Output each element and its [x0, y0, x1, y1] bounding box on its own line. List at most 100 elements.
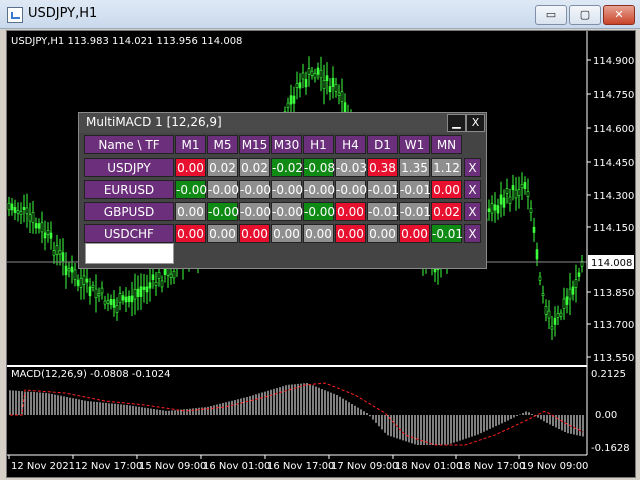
macd-value-cell[interactable]: -0.00 [335, 180, 367, 199]
macd-value-cell[interactable]: 0.00 [175, 202, 206, 221]
candle-body [154, 281, 158, 286]
candle-body [46, 230, 50, 235]
window-titlebar: USDJPY,H1 ▭ ▢ ✕ [0, 0, 640, 29]
minimize-button[interactable]: ▭ [535, 5, 567, 25]
macd-value-cell[interactable]: 0.02 [207, 158, 238, 177]
restore-button[interactable]: ▢ [569, 5, 601, 25]
macd-value-cell[interactable]: 0.38 [367, 158, 398, 177]
remove-symbol-button[interactable]: X [464, 224, 481, 243]
macd-value-cell[interactable]: 0.00 [303, 224, 334, 243]
macd-value-cell[interactable]: -0.01 [399, 202, 431, 221]
macd-value-cell[interactable]: -0.03 [335, 158, 367, 177]
timeframe-header-d1[interactable]: D1 [367, 135, 398, 154]
candle-body [76, 279, 80, 286]
candle-body [136, 288, 140, 297]
candle-body [343, 102, 347, 113]
candle-body [130, 295, 134, 303]
macd-value-cell[interactable]: -0.02 [271, 158, 303, 177]
candle-body [31, 212, 35, 223]
macd-value-cell[interactable]: 0.00 [367, 224, 398, 243]
candle-body [292, 95, 296, 104]
timeframe-header-m30[interactable]: M30 [271, 135, 302, 154]
macd-value-cell[interactable]: 1.35 [399, 158, 430, 177]
macd-value-cell[interactable]: 0.00 [335, 202, 366, 221]
macd-value-cell[interactable]: 0.00 [239, 224, 270, 243]
timeframe-header-m1[interactable]: M1 [175, 135, 206, 154]
price-scale: 114.900 114.750 114.600 114.450 114.300 114.1… [587, 56, 634, 364]
candle-body [118, 293, 122, 304]
macd-value-cell[interactable]: 0.02 [239, 158, 270, 177]
time-tick-label: 16 Nov 17:00 [267, 461, 334, 472]
macd-scale-zero: 0.00 [595, 410, 617, 421]
candle-body [40, 222, 44, 233]
candle-body [328, 86, 332, 93]
symbol-input[interactable] [85, 243, 174, 264]
candle-body [82, 275, 86, 285]
candle-body [493, 204, 497, 211]
candle-body [73, 269, 77, 280]
macd-value-cell[interactable]: -0.00 [303, 180, 335, 199]
candle-body [94, 288, 98, 299]
price-tick-label: 114.600 [593, 124, 634, 135]
macd-value-cell[interactable]: 0.00 [431, 180, 462, 199]
remove-symbol-button[interactable]: X [464, 158, 481, 177]
timeframe-header-w1[interactable]: W1 [399, 135, 430, 154]
candle-body [508, 196, 512, 204]
candle-body [298, 82, 302, 89]
macd-value-cell[interactable]: 0.00 [271, 224, 302, 243]
symbol-cell-gbpusd[interactable]: GBPUSD [84, 202, 174, 221]
symbol-cell-usdjpy[interactable]: USDJPY [84, 158, 174, 177]
panel-titlebar[interactable]: MultiMACD 1 [12,26,9] ▁ X [79, 113, 486, 133]
macd-subwindow[interactable]: MACD(12,26,9) -0.0808 -0.1024 0.2125 0.0… [7, 365, 635, 477]
symbol-cell-usdchf[interactable]: USDCHF [84, 224, 174, 243]
candle-body [22, 206, 26, 210]
timeframe-header-mn[interactable]: MN [431, 135, 462, 154]
macd-value-cell[interactable]: -0.01 [367, 180, 399, 199]
time-axis: 12 Nov 2021 12 Nov 17:0015 Nov 09:0016 No… [8, 455, 588, 472]
time-tick-label: 19 Nov 09:00 [521, 461, 588, 472]
timeframe-header-h1[interactable]: H1 [303, 135, 334, 154]
macd-value-cell[interactable]: -0.00 [239, 180, 271, 199]
macd-value-cell[interactable]: 1.12 [431, 158, 462, 177]
macd-value-cell[interactable]: 0.00 [399, 224, 430, 243]
macd-value-cell[interactable]: 0.00 [175, 158, 206, 177]
timeframe-header-h4[interactable]: H4 [335, 135, 366, 154]
macd-value-cell[interactable]: 0.00 [335, 224, 366, 243]
macd-value-cell[interactable]: -0.01 [399, 180, 431, 199]
macd-value-cell[interactable]: 0.00 [207, 224, 238, 243]
candle-body [559, 312, 563, 317]
macd-value-cell[interactable]: -0.00 [271, 180, 303, 199]
candle-body [307, 68, 311, 75]
remove-symbol-button[interactable]: X [464, 180, 481, 199]
macd-value-cell[interactable]: -0.08 [303, 158, 335, 177]
remove-symbol-button[interactable]: X [464, 202, 481, 221]
candle-body [310, 70, 314, 76]
macd-value-cell[interactable]: -0.00 [303, 202, 335, 221]
macd-value-cell[interactable]: 0.02 [431, 202, 462, 221]
timeframe-header-m5[interactable]: M5 [207, 135, 238, 154]
candle-body [304, 79, 308, 88]
symbol-cell-eurusd[interactable]: EURUSD [84, 180, 174, 199]
close-button[interactable]: ✕ [603, 5, 635, 25]
panel-close-button[interactable]: X [466, 114, 485, 132]
macd-value-cell[interactable]: -0.00 [271, 202, 303, 221]
candle-body [28, 214, 32, 222]
macd-value-cell[interactable]: -0.00 [207, 202, 239, 221]
candle-body [25, 207, 29, 214]
candle-body [544, 305, 548, 315]
multimacd-panel[interactable]: MultiMACD 1 [12,26,9] ▁ X Name \ TF M1 M5 M… [78, 112, 487, 269]
candle-body [100, 287, 104, 294]
macd-value-cell[interactable]: 0.00 [175, 224, 206, 243]
candle-body [49, 232, 53, 239]
macd-value-cell[interactable]: -0.00 [207, 180, 239, 199]
macd-value-cell[interactable]: -0.01 [431, 224, 463, 243]
panel-minimize-button[interactable]: ▁ [447, 114, 466, 132]
price-tick-label: 113.550 [593, 353, 634, 364]
macd-value-cell[interactable]: -0.00 [239, 202, 271, 221]
timeframe-header-m15[interactable]: M15 [239, 135, 270, 154]
candle-body [10, 203, 14, 211]
macd-value-cell[interactable]: -0.01 [367, 202, 399, 221]
macd-value-cell[interactable]: -0.00 [175, 180, 207, 199]
candle-body [61, 252, 65, 262]
candle-body [169, 273, 173, 278]
